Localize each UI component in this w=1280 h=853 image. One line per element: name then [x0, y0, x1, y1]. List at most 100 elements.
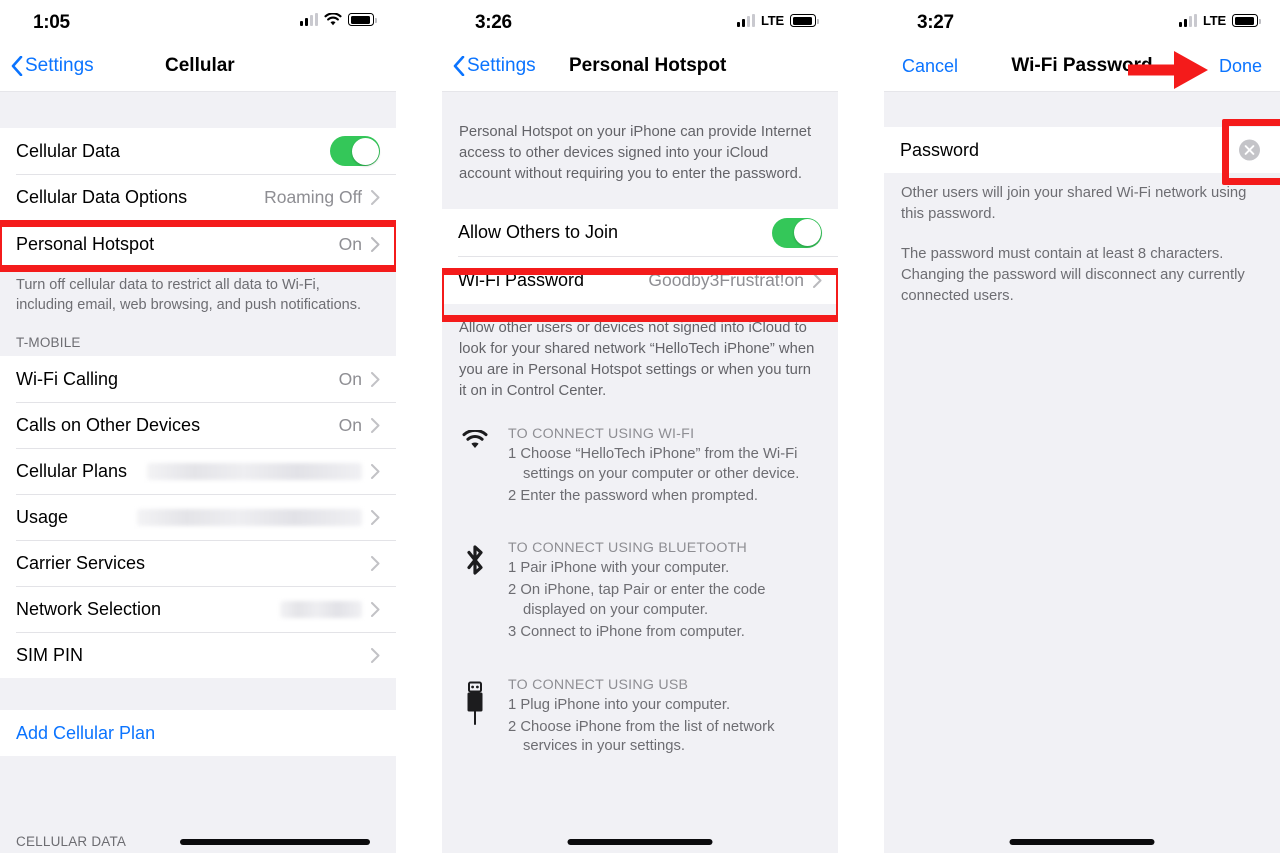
phone-panel-personal-hotspot: 3:26 LTE Settings Personal Hotspot Perso…: [442, 0, 838, 853]
password-note-secondary: The password must contain at least 8 cha…: [884, 228, 1280, 323]
password-field-group: Password: [884, 127, 1280, 173]
row-cellular-data-options[interactable]: Cellular Data Options Roaming Off: [0, 174, 396, 220]
hotspot-description: Personal Hotspot on your iPhone can prov…: [442, 92, 838, 209]
back-button-label: Settings: [467, 55, 536, 76]
instruction-step: 2 On iPhone, tap Pair or enter the code …: [508, 582, 766, 619]
row-accessory: [137, 508, 380, 526]
row-label: Cellular Data: [16, 140, 121, 161]
home-indicator[interactable]: [1009, 839, 1155, 845]
carrier-group-header: T-MOBILE: [0, 321, 396, 357]
status-indicators: LTE: [1179, 13, 1261, 28]
home-indicator[interactable]: [567, 839, 713, 845]
list-group-cellular-data: Cellular Data Cellular Data Options Roam…: [0, 128, 396, 268]
row-label: Usage: [16, 506, 69, 527]
instructions-wifi: TO CONNECT USING WI-FI 1 Choose “HelloTe…: [442, 418, 838, 515]
chevron-left-icon: [11, 56, 23, 76]
password-input-value[interactable]: Password: [900, 140, 979, 161]
row-label: Network Selection: [16, 598, 162, 619]
phone-panel-wifi-password: 3:27 LTE Cancel Wi-Fi Password Done Pass…: [884, 0, 1280, 853]
nav-bar: Settings Cellular: [0, 44, 396, 92]
row-label: Wi-Fi Calling: [16, 368, 119, 389]
instructions-title: TO CONNECT USING BLUETOOTH: [508, 540, 748, 557]
status-indicators: LTE: [737, 13, 819, 28]
instructions-body: TO CONNECT USING USB 1 Plug iPhone into …: [508, 677, 822, 759]
cellular-data-footnote: Turn off cellular data to restrict all d…: [0, 268, 396, 322]
cellular-data-bottom-label: CELLULAR DATA: [16, 834, 127, 849]
row-accessory: Goodby3Frustrat!on: [648, 270, 822, 291]
chevron-right-icon: [371, 189, 380, 205]
row-accessory: [772, 217, 822, 248]
chevron-right-icon: [371, 371, 380, 387]
battery-icon: [790, 14, 819, 27]
chevron-right-icon: [371, 555, 380, 571]
row-accessory: [147, 462, 380, 480]
screenshot-board: 1:05 Settings Cellular Cellular Data Cel…: [0, 0, 1280, 853]
hotspot-secondary-description: Allow other users or devices not signed …: [442, 304, 838, 418]
back-button-settings[interactable]: Settings: [11, 55, 94, 77]
lte-label: LTE: [1203, 13, 1226, 28]
wifi-icon: [324, 13, 342, 26]
section-gap: [0, 92, 396, 128]
wifi-password-value: Goodby3Frustrat!on: [648, 269, 804, 290]
page-title: Personal Hotspot: [569, 55, 727, 76]
status-bar: 1:05: [0, 0, 396, 44]
status-time: 3:27: [917, 12, 954, 33]
row-cellular-plans[interactable]: Cellular Plans: [0, 448, 396, 495]
clear-circle-icon[interactable]: [1239, 139, 1260, 161]
signal-bars-icon: [1179, 14, 1197, 27]
instruction-step: 1 Plug iPhone into your computer.: [508, 696, 731, 713]
redacted-value: [137, 508, 362, 526]
home-indicator[interactable]: [180, 839, 370, 845]
nav-bar: Cancel Wi-Fi Password Done: [884, 44, 1280, 92]
chevron-right-icon: [813, 272, 822, 288]
instructions-body: TO CONNECT USING BLUETOOTH 1 Pair iPhone…: [508, 540, 822, 644]
chevron-right-icon: [371, 463, 380, 479]
list-group-hotspot: Allow Others to Join Wi-Fi Password Good…: [442, 209, 838, 304]
instruction-step: 1 Choose “HelloTech iPhone” from the Wi-…: [508, 446, 800, 482]
row-label: Cellular Plans: [16, 460, 128, 481]
row-wifi-calling[interactable]: Wi-Fi Calling On: [0, 356, 396, 403]
row-cellular-data[interactable]: Cellular Data: [0, 128, 396, 174]
status-indicators: [300, 13, 377, 26]
signal-bars-icon: [737, 14, 755, 27]
password-input-row[interactable]: Password: [884, 127, 1280, 173]
status-bar: 3:26 LTE: [442, 0, 838, 44]
redacted-value: [147, 462, 362, 480]
section-gap: [884, 92, 1280, 127]
row-value: On: [338, 414, 362, 435]
nav-bar: Settings Personal Hotspot: [442, 44, 838, 92]
done-button[interactable]: Done: [1219, 56, 1262, 77]
status-time: 1:05: [33, 12, 70, 33]
row-label: Allow Others to Join: [458, 222, 619, 242]
row-allow-others-to-join[interactable]: Allow Others to Join: [442, 209, 838, 256]
red-arrow-right-icon: [1128, 51, 1208, 89]
instructions-title: TO CONNECT USING USB: [508, 676, 689, 693]
cellular-data-toggle[interactable]: [330, 136, 380, 166]
chevron-right-icon: [371, 601, 380, 617]
row-usage[interactable]: Usage: [0, 494, 396, 541]
instruction-step: 2 Enter the password when prompted.: [508, 487, 759, 504]
row-accessory: [371, 647, 380, 663]
instructions-spacer: [442, 514, 838, 533]
usb-icon: [460, 677, 490, 759]
row-label: Personal Hotspot: [16, 233, 155, 254]
row-value: On: [338, 368, 362, 389]
row-network-selection[interactable]: Network Selection: [0, 586, 396, 633]
row-sim-pin[interactable]: SIM PIN: [0, 632, 396, 679]
instructions-usb: TO CONNECT USING USB 1 Plug iPhone into …: [442, 668, 838, 766]
row-personal-hotspot[interactable]: Personal Hotspot On: [0, 220, 396, 268]
row-add-cellular-plan[interactable]: Add Cellular Plan: [0, 710, 396, 757]
row-wifi-password[interactable]: Wi-Fi Password Goodby3Frustrat!on: [442, 256, 838, 304]
row-calls-on-other-devices[interactable]: Calls on Other Devices On: [0, 402, 396, 449]
row-value: On: [338, 233, 362, 254]
row-carrier-services[interactable]: Carrier Services: [0, 540, 396, 587]
row-label: Cellular Data Options: [16, 186, 188, 207]
row-accessory: [280, 600, 380, 618]
allow-others-to-join-toggle[interactable]: [772, 217, 822, 248]
back-button-settings[interactable]: Settings: [453, 55, 536, 77]
instructions-bluetooth: TO CONNECT USING BLUETOOTH 1 Pair iPhone…: [442, 532, 838, 651]
instruction-step: 1 Pair iPhone with your computer.: [508, 560, 730, 577]
add-cellular-plan-label: Add Cellular Plan: [16, 722, 156, 743]
page-title: Cellular: [165, 55, 235, 76]
chevron-right-icon: [371, 509, 380, 525]
